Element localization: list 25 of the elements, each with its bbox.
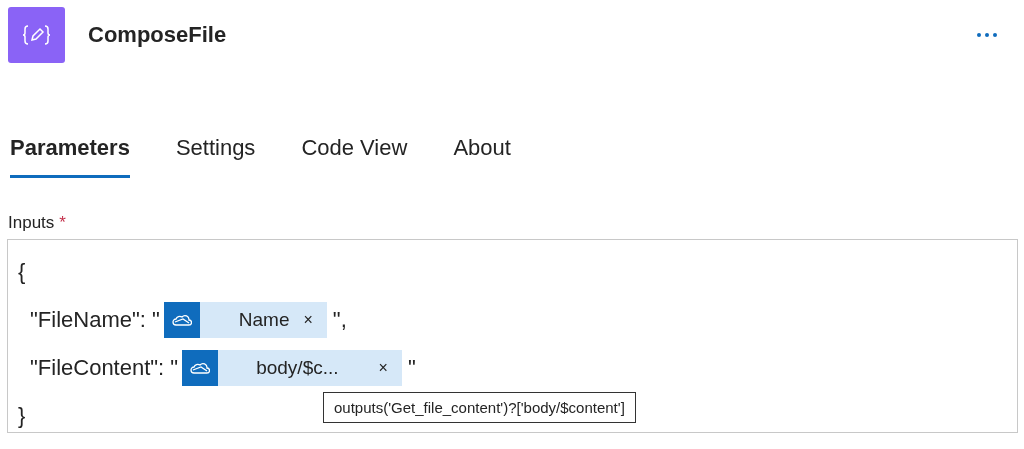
code-text: { bbox=[18, 259, 26, 285]
tab[interactable]: Parameters bbox=[10, 123, 130, 178]
token-label: body/$c... bbox=[256, 357, 339, 379]
remove-token-button[interactable]: × bbox=[378, 359, 388, 377]
dynamic-token[interactable]: Name × bbox=[163, 302, 327, 338]
code-text: ", bbox=[332, 307, 347, 333]
input-field[interactable]: { "FileName": " Name × ", "FileContent": " body/$c... × " } outputs('Get_file_content')?['body/$content'] bbox=[7, 239, 1018, 433]
code-text: } bbox=[18, 403, 26, 429]
cloud-icon bbox=[190, 362, 211, 374]
cloud-icon bbox=[171, 314, 192, 326]
code-text: "FileContent": " bbox=[30, 355, 179, 381]
code-text: "FileName": " bbox=[30, 307, 160, 333]
required-mark: * bbox=[59, 213, 66, 233]
dynamic-token[interactable]: body/$c... × bbox=[182, 350, 402, 386]
tab[interactable]: Settings bbox=[175, 123, 256, 178]
more-icon[interactable] bbox=[976, 32, 998, 38]
action-title: ComposeFile bbox=[88, 22, 227, 48]
tab[interactable]: About bbox=[453, 123, 511, 178]
braces-pencil-icon bbox=[8, 7, 65, 63]
field-label: Inputs bbox=[8, 213, 55, 233]
tab[interactable]: Code View bbox=[301, 123, 408, 178]
remove-token-button[interactable]: × bbox=[303, 311, 313, 329]
code-text: " bbox=[407, 355, 416, 381]
token-label: Name bbox=[238, 309, 290, 331]
tooltip: outputs('Get_file_content')?['body/$content'] bbox=[323, 392, 636, 423]
